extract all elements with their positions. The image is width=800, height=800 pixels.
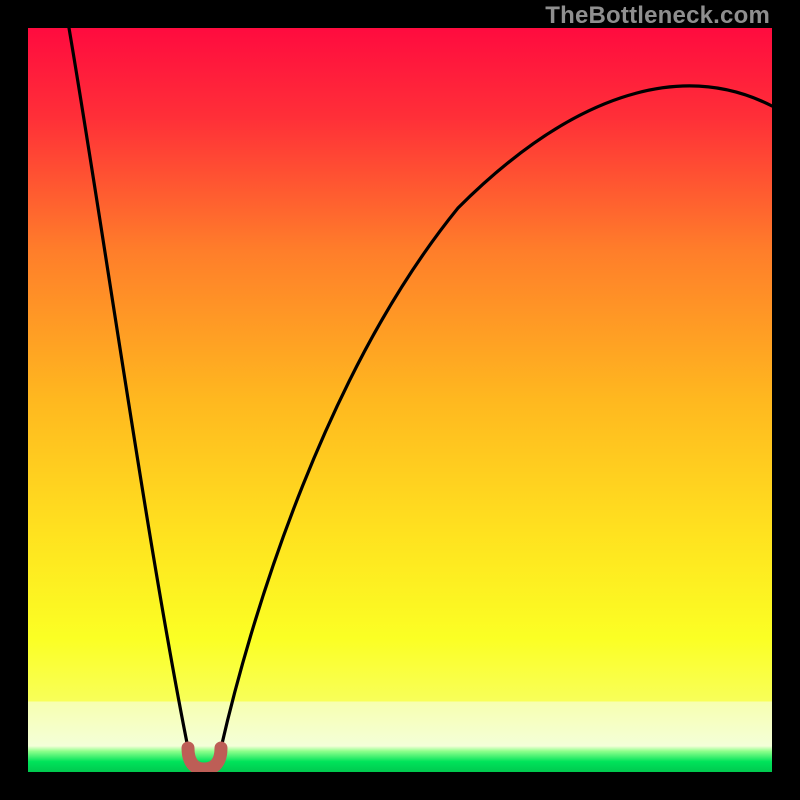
watermark-label: TheBottleneck.com xyxy=(545,2,770,30)
chart-svg xyxy=(28,28,772,772)
gradient-background xyxy=(28,28,772,772)
chart-plot-area xyxy=(28,28,772,772)
chart-frame: TheBottleneck.com xyxy=(0,0,800,800)
